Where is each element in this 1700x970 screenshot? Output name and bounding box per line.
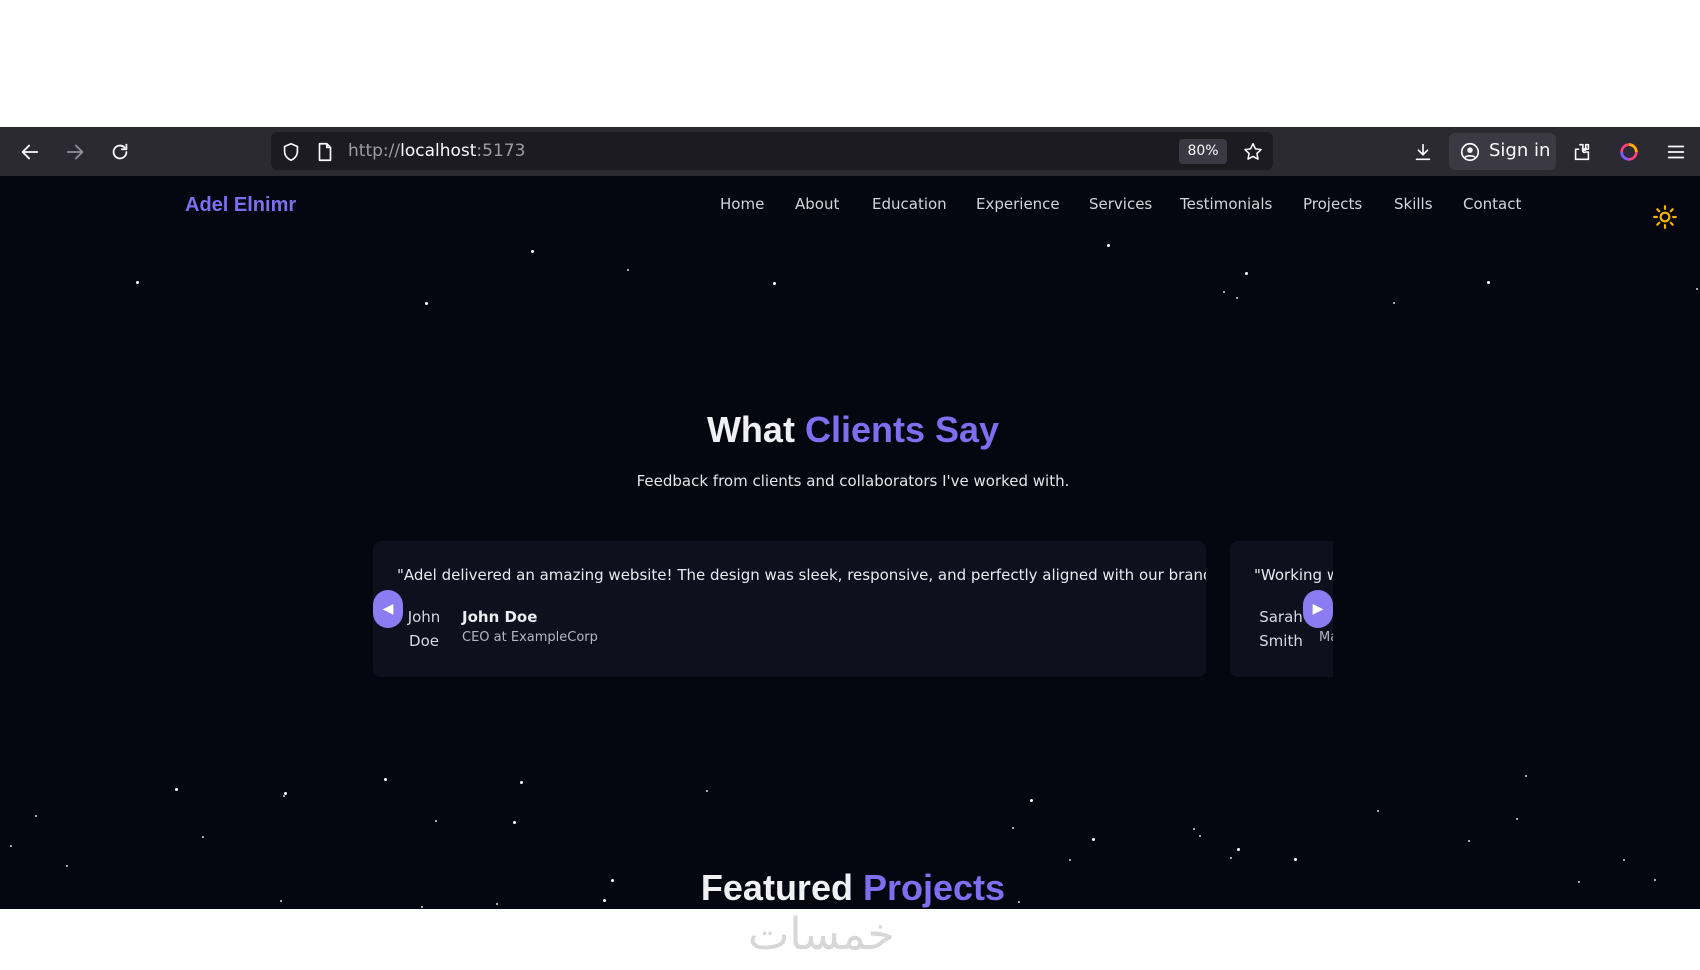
- star: [1623, 859, 1625, 861]
- star: [1294, 858, 1297, 861]
- avatar-alt-text: Sarah: [1259, 608, 1303, 626]
- avatar: John Doe: [399, 605, 449, 653]
- testimonial-card: "Adel delivered an amazing website! The …: [373, 541, 1206, 677]
- star: [1393, 302, 1395, 304]
- testimonial-role: CEO at ExampleCorp: [462, 630, 598, 645]
- carousel-next-button[interactable]: ▶: [1303, 590, 1333, 628]
- nav-link-about[interactable]: About: [795, 193, 839, 215]
- url-host: localhost: [400, 141, 477, 161]
- url-scheme: http://: [348, 141, 401, 161]
- star: [1245, 272, 1248, 275]
- colorful-extension-icon[interactable]: [1614, 137, 1644, 167]
- nav-link-projects[interactable]: Projects: [1303, 193, 1362, 215]
- nav-link-testimonials[interactable]: Testimonials: [1180, 193, 1272, 215]
- url-port: :5173: [476, 141, 526, 161]
- site-logo[interactable]: Adel Elnimr: [185, 192, 296, 218]
- star: [1487, 281, 1490, 284]
- star: [283, 795, 285, 797]
- star: [1069, 859, 1071, 861]
- zoom-indicator[interactable]: 80%: [1179, 139, 1227, 164]
- avatar: Sarah Smith: [1256, 605, 1306, 653]
- star: [175, 788, 178, 791]
- testimonials-subtitle: Feedback from clients and collaborators …: [636, 472, 1070, 490]
- testimonial-role: Ma: [1319, 630, 1333, 645]
- reload-button[interactable]: [105, 137, 135, 167]
- watermark-logo: خمسات: [748, 909, 895, 960]
- sun-icon[interactable]: [1652, 204, 1678, 230]
- projects-title: Featured Projects: [0, 866, 1700, 909]
- forward-button[interactable]: [60, 137, 90, 167]
- forward-arrow-icon: [66, 144, 84, 160]
- back-button[interactable]: [15, 137, 45, 167]
- testimonial-name: John Doe: [462, 608, 538, 626]
- star: [1030, 799, 1033, 802]
- account-icon: [1455, 137, 1485, 167]
- testimonial-quote: "Adel delivered an amazing website! The …: [397, 566, 1206, 584]
- star: [513, 821, 516, 824]
- star: [1377, 810, 1379, 812]
- testimonials-title: What Clients Say: [0, 408, 1700, 452]
- star: [136, 281, 139, 284]
- star: [1107, 244, 1110, 247]
- extensions-icon[interactable]: [1567, 137, 1597, 167]
- nav-link-home[interactable]: Home: [720, 193, 764, 215]
- star: [773, 282, 776, 285]
- downloads-icon[interactable]: [1408, 137, 1438, 167]
- bookmark-star-icon[interactable]: [1238, 137, 1268, 167]
- star: [1236, 297, 1238, 299]
- title-accent: Clients Say: [804, 409, 1000, 450]
- top-margin: [0, 0, 1700, 127]
- star: [1223, 291, 1225, 293]
- page-info-icon[interactable]: [310, 137, 340, 167]
- nav-link-experience[interactable]: Experience: [976, 193, 1060, 215]
- back-arrow-icon: [21, 144, 39, 160]
- menu-hamburger-icon[interactable]: [1661, 137, 1691, 167]
- nav-link-services[interactable]: Services: [1089, 193, 1152, 215]
- star: [10, 845, 12, 847]
- page-viewport: Adel Elnimr Home About Education Experie…: [0, 176, 1700, 909]
- avatar-alt-text: Doe: [409, 632, 439, 650]
- reload-icon: [112, 143, 128, 160]
- star: [1516, 818, 1518, 820]
- avatar-alt-text: John: [407, 608, 441, 626]
- star: [531, 250, 534, 253]
- star: [706, 790, 708, 792]
- star: [202, 836, 204, 838]
- carousel-prev-button[interactable]: ◀: [373, 590, 403, 628]
- star: [1525, 775, 1527, 777]
- star: [1199, 835, 1201, 837]
- star: [35, 815, 37, 817]
- star: [1468, 840, 1470, 842]
- star: [384, 778, 387, 781]
- star: [1092, 838, 1095, 841]
- star: [1696, 288, 1698, 290]
- star: [1237, 848, 1240, 851]
- title-prefix: What: [706, 409, 795, 450]
- testimonial-quote: "Working w: [1254, 566, 1333, 584]
- star: [520, 781, 523, 784]
- testimonial-carousel[interactable]: "Adel delivered an amazing website! The …: [373, 541, 1333, 677]
- title-prefix: Featured: [700, 867, 853, 908]
- star: [1230, 857, 1232, 859]
- star: [1193, 828, 1195, 830]
- title-accent: Projects: [862, 867, 1006, 908]
- star: [425, 302, 428, 305]
- sign-in-label: Sign in: [1489, 140, 1551, 161]
- star: [1012, 827, 1014, 829]
- nav-link-education[interactable]: Education: [872, 193, 947, 215]
- nav-link-skills[interactable]: Skills: [1394, 193, 1433, 215]
- avatar-alt-text: Smith: [1259, 632, 1303, 650]
- nav-link-contact[interactable]: Contact: [1463, 193, 1521, 215]
- star: [627, 269, 629, 271]
- tracking-protection-icon[interactable]: [276, 137, 306, 167]
- url-text[interactable]: http://localhost:5173: [348, 139, 525, 163]
- star: [435, 820, 437, 822]
